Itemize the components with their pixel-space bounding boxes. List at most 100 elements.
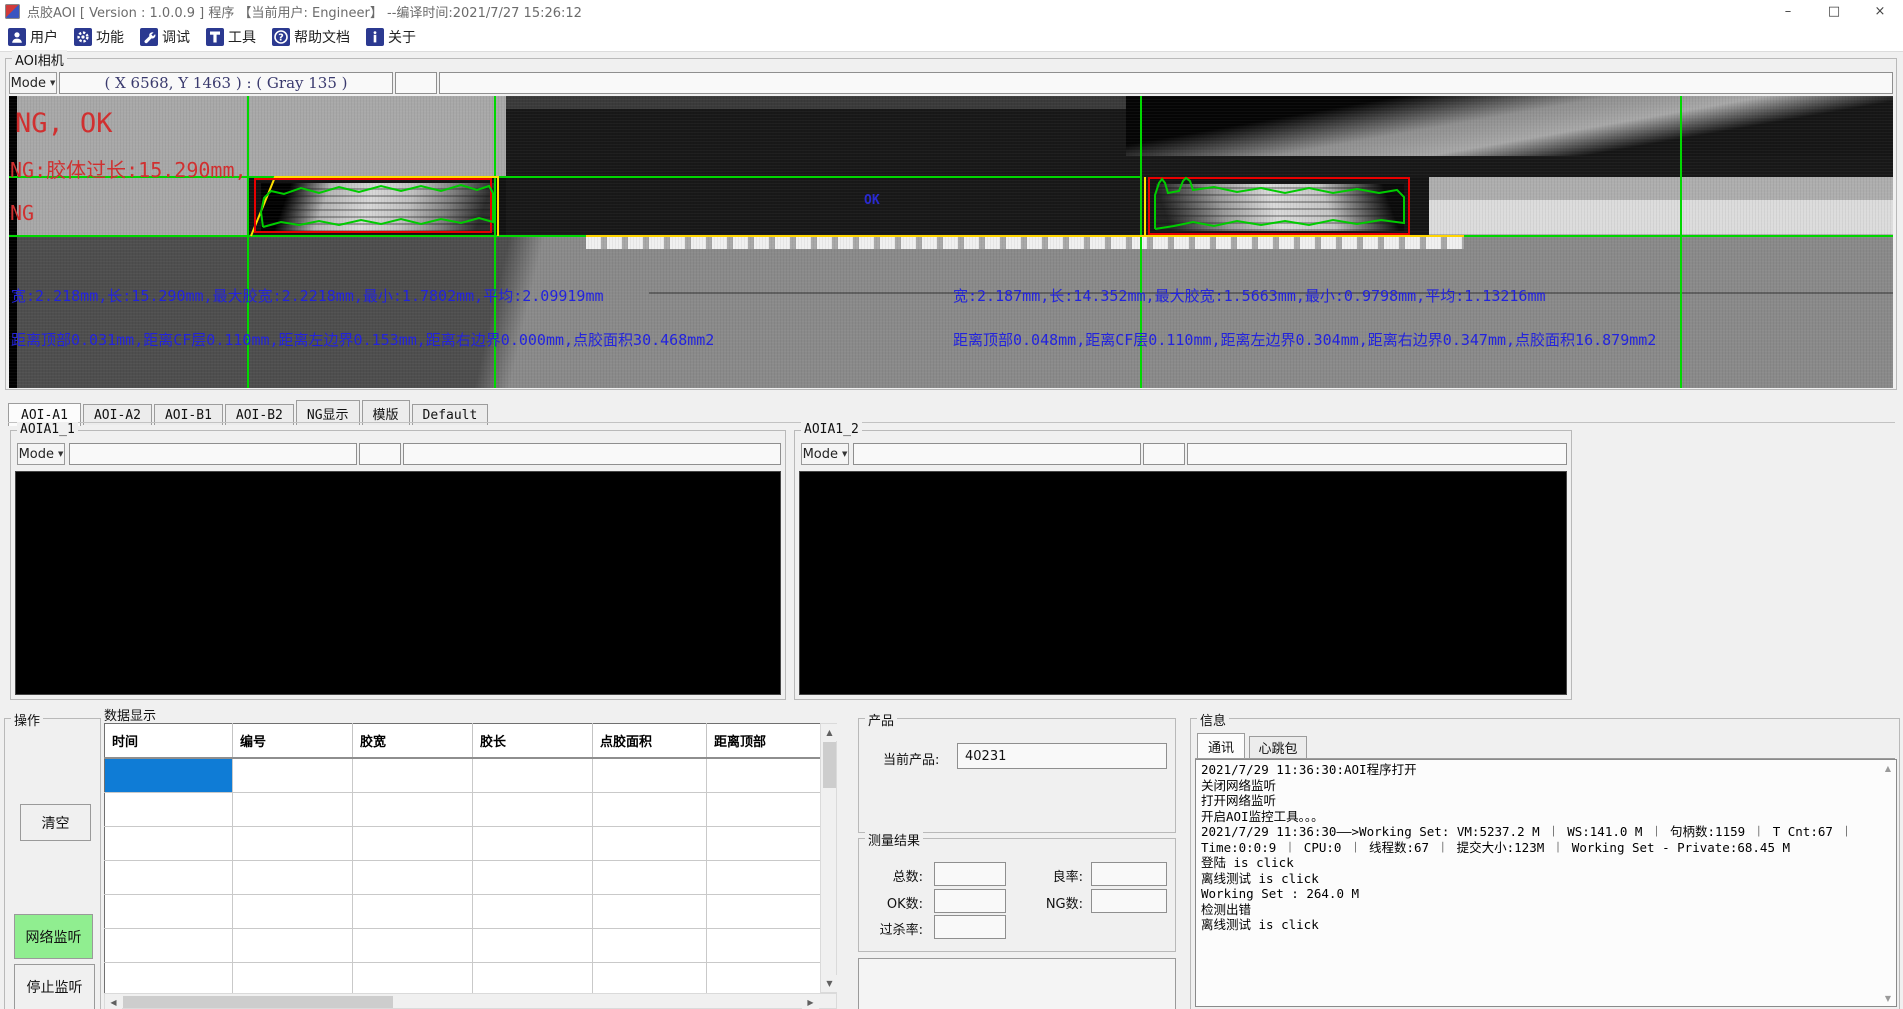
table-cell[interactable]	[353, 895, 473, 929]
overlay-ng-label: NG	[10, 201, 34, 225]
table-cell[interactable]	[593, 758, 707, 793]
table-cell[interactable]	[105, 929, 233, 963]
table-cell[interactable]	[593, 861, 707, 895]
aoia1-2-field-1[interactable]	[853, 443, 1141, 465]
table-cell[interactable]	[233, 895, 353, 929]
table-cell[interactable]	[233, 929, 353, 963]
ng-count-field[interactable]	[1091, 889, 1167, 913]
col-glue-length[interactable]: 胶长	[473, 724, 593, 759]
table-cell[interactable]	[473, 963, 593, 997]
table-cell[interactable]	[233, 861, 353, 895]
current-product-field[interactable]: 40231	[957, 743, 1167, 769]
table-cell[interactable]	[707, 929, 821, 963]
col-glue-width[interactable]: 胶宽	[353, 724, 473, 759]
overkill-label: 过杀率:	[861, 919, 923, 938]
table-cell[interactable]	[707, 827, 821, 861]
col-dispense-area[interactable]: 点胶面积	[593, 724, 707, 759]
toolbar-item-help[interactable]: ? 帮助文档	[272, 27, 350, 47]
table-cell[interactable]	[233, 793, 353, 827]
yield-field[interactable]	[1091, 862, 1167, 886]
aoia1-1-mode-dropdown[interactable]: Mode ▼	[17, 443, 65, 465]
aoia1-2-image-view[interactable]	[799, 471, 1567, 695]
table-cell[interactable]	[105, 895, 233, 929]
table-cell[interactable]	[105, 963, 233, 997]
table-cell[interactable]	[707, 963, 821, 997]
scroll-down-button[interactable]: ▼	[821, 975, 838, 992]
table-cell[interactable]	[473, 895, 593, 929]
aoia1-1-field-2[interactable]	[359, 443, 401, 465]
hscroll-thumb[interactable]	[123, 996, 393, 1008]
aoia1-2-label: AOIA1_2	[801, 422, 862, 437]
toolbar-item-functions[interactable]: 功能	[74, 27, 124, 47]
table-cell[interactable]	[473, 827, 593, 861]
camera-image[interactable]: NG, OK NG:胶体过长:15.290mm, NG OK 宽:2.218mm…	[9, 96, 1893, 388]
clear-button[interactable]: 清空	[20, 804, 91, 841]
table-cell[interactable]	[353, 861, 473, 895]
col-distance-top[interactable]: 距离顶部	[707, 724, 821, 759]
camera-field-small[interactable]	[395, 72, 437, 94]
table-cell[interactable]	[353, 793, 473, 827]
scroll-left-button[interactable]: ◀	[105, 994, 122, 1009]
table-cell[interactable]	[473, 793, 593, 827]
log-line: 2021/7/29 11:36:30——>Working Set: VM:523…	[1201, 824, 1878, 840]
network-listen-button[interactable]: 网络监听	[14, 914, 93, 959]
camera-group: AOI相机 Mode ▼ ( X 6568, Y 1463 ) : ( Gray…	[5, 58, 1897, 390]
aoia1-1-image-view[interactable]	[15, 471, 781, 695]
toolbar-item-label: 功能	[96, 27, 124, 47]
camera-mode-dropdown[interactable]: Mode ▼	[9, 72, 57, 94]
table-cell[interactable]	[233, 963, 353, 997]
tab-comm[interactable]: 通讯	[1197, 733, 1245, 758]
table-cell[interactable]	[707, 758, 821, 793]
table-cell[interactable]	[233, 758, 353, 793]
toolbar-item-tools[interactable]: 工具	[206, 27, 256, 47]
scroll-right-button[interactable]: ▶	[802, 994, 819, 1009]
table-cell[interactable]	[105, 793, 233, 827]
maximize-button[interactable]: □	[1811, 0, 1857, 22]
table-cell[interactable]	[105, 827, 233, 861]
minimize-button[interactable]: –	[1765, 0, 1811, 22]
table-cell[interactable]	[593, 827, 707, 861]
toolbar-item-user[interactable]: 用户	[8, 27, 58, 47]
table-cell[interactable]	[353, 963, 473, 997]
table-hscrollbar[interactable]: ◀ ▶	[104, 993, 837, 1009]
aoia1-2-field-3[interactable]	[1187, 443, 1567, 465]
table-cell[interactable]	[233, 827, 353, 861]
vscroll-thumb[interactable]	[823, 742, 836, 788]
tab-heartbeat[interactable]: 心跳包	[1249, 736, 1307, 758]
close-button[interactable]: ×	[1857, 0, 1903, 22]
toolbar-item-debug[interactable]: 调试	[140, 27, 190, 47]
table-cell[interactable]	[593, 793, 707, 827]
table-cell[interactable]	[353, 929, 473, 963]
camera-field-wide[interactable]	[439, 72, 1893, 94]
col-time[interactable]: 时间	[105, 724, 233, 759]
toolbar-item-label: 调试	[162, 27, 190, 47]
log-scroll-up-icon[interactable]: ▲	[1882, 762, 1894, 774]
aoia1-2-field-2[interactable]	[1143, 443, 1185, 465]
aoia1-2-mode-dropdown[interactable]: Mode ▼	[801, 443, 849, 465]
table-cell[interactable]	[593, 929, 707, 963]
stop-listen-button[interactable]: 停止监听	[14, 964, 95, 1009]
table-cell[interactable]	[707, 861, 821, 895]
table-cell-selected[interactable]	[105, 758, 233, 793]
table-cell[interactable]	[473, 861, 593, 895]
table-cell[interactable]	[473, 929, 593, 963]
scroll-up-button[interactable]: ▲	[821, 724, 838, 741]
table-cell[interactable]	[353, 758, 473, 793]
table-cell[interactable]	[105, 861, 233, 895]
log-textarea[interactable]: 2021/7/29 11:36:30:AOI程序打开 关闭网络监听 打开网络监听…	[1195, 759, 1897, 1007]
overkill-field[interactable]	[934, 915, 1006, 939]
aoia1-1-field-3[interactable]	[403, 443, 781, 465]
table-cell[interactable]	[707, 793, 821, 827]
table-cell[interactable]	[593, 963, 707, 997]
table-cell[interactable]	[353, 827, 473, 861]
table-cell[interactable]	[593, 895, 707, 929]
col-number[interactable]: 编号	[233, 724, 353, 759]
ok-count-field[interactable]	[934, 889, 1006, 913]
log-scroll-down-icon[interactable]: ▼	[1882, 992, 1894, 1004]
table-vscrollbar[interactable]: ▲ ▼	[820, 723, 837, 993]
table-cell[interactable]	[473, 758, 593, 793]
total-field[interactable]	[934, 862, 1006, 886]
table-cell[interactable]	[707, 895, 821, 929]
aoia1-1-field-1[interactable]	[69, 443, 357, 465]
toolbar-item-about[interactable]: 关于	[366, 27, 416, 47]
